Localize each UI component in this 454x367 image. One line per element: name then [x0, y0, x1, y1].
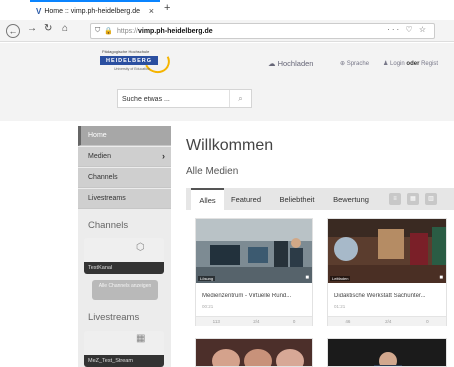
card-title[interactable]: Didaktische Werkstatt Sachunter...: [334, 293, 442, 299]
sidebar-item-label: Livestreams: [88, 195, 126, 202]
cloud-upload-icon: ☁: [268, 59, 278, 68]
home-icon[interactable]: ⌂: [62, 23, 68, 34]
chevron-right-icon: ›: [162, 151, 165, 161]
sidebar-item-livestreams[interactable]: Livestreams: [78, 189, 171, 209]
url-host: vimp.ph-heidelberg.de: [137, 27, 213, 35]
video-icon: ▦: [136, 333, 146, 344]
login-link[interactable]: Login: [390, 61, 405, 67]
tab-label: Alles: [199, 195, 216, 205]
video-camera-icon: ■: [439, 275, 443, 281]
sidebar-item-label: Medien: [88, 153, 111, 160]
likes-count: 2/4: [253, 319, 260, 324]
user-icon: ♟: [383, 61, 391, 67]
card-title[interactable]: Medienzentrum - Virtuelle Rund...: [202, 293, 310, 299]
sidebar: Home Medien › Channels Livestreams Chann…: [78, 126, 171, 367]
language-label: Sprache: [346, 61, 370, 67]
face-thumbnail-image: [196, 339, 312, 366]
grid-view-icon[interactable]: ▦: [407, 193, 419, 205]
url-bar[interactable]: ⛉ 🔒 https:// vimp.ph-heidelberg.de ··· ♡…: [90, 23, 435, 39]
browser-navbar: ← → ↻ ⌂ ⛉ 🔒 https:// vimp.ph-heidelberg.…: [0, 20, 454, 42]
media-thumbnail[interactable]: Lösung ■: [196, 219, 312, 283]
register-link[interactable]: Regist: [421, 61, 438, 67]
card-time: 01:21: [334, 304, 346, 309]
livestream-caption: MeZ_Test_Stream: [84, 355, 164, 367]
views-count: 46: [345, 319, 351, 324]
media-card[interactable]: Leitfaden ■ Didaktische Werkstatt Sachun…: [327, 218, 447, 326]
media-tabs: Alles Featured Beliebtheit Bewertung ≡ ▦…: [186, 188, 454, 210]
login-area: ♟ Login oder Regist: [383, 60, 438, 67]
sidebar-item-home[interactable]: Home: [78, 126, 171, 146]
workshop-thumbnail-image: [196, 219, 312, 283]
back-arrow-icon[interactable]: ←: [6, 24, 20, 38]
channel-thumbnail[interactable]: ⬡ TestKanal: [84, 238, 164, 274]
browser-tab[interactable]: V Home :: vimp.ph-heidelberg.de ×: [30, 0, 160, 20]
logo-sub-text: University of Education: [114, 67, 150, 71]
media-card[interactable]: Lösung ■ Medienzentrum - Virtuelle Rund.…: [195, 218, 313, 326]
tab-beliebtheit[interactable]: Beliebtheit: [273, 188, 321, 210]
tab-close-icon[interactable]: ×: [149, 6, 154, 16]
url-protocol: https://: [116, 27, 138, 35]
video-camera-icon: ■: [305, 275, 309, 281]
search-box: ⌕: [117, 89, 252, 108]
tab-label: Bewertung: [333, 194, 369, 204]
upload-link[interactable]: ☁ Hochladen: [268, 59, 313, 68]
comments-count: 0: [292, 319, 296, 324]
url-actions-icon[interactable]: ··· ♡ ☆: [387, 25, 428, 34]
login-or-text: oder: [406, 61, 420, 67]
channels-heading: Channels: [88, 220, 129, 231]
channel-caption: TestKanal: [84, 262, 164, 274]
media-card[interactable]: [195, 338, 313, 367]
all-channels-button[interactable]: Alle Channels anzeigen: [92, 280, 158, 300]
sidebar-item-medien[interactable]: Medien ›: [78, 147, 171, 167]
cube-icon: ⬡: [136, 242, 145, 253]
search-icon[interactable]: ⌕: [229, 90, 251, 107]
list-view-icon[interactable]: ≡: [389, 193, 401, 205]
comments-count: 0: [426, 319, 429, 324]
tile-view-icon[interactable]: ▥: [425, 193, 437, 205]
lock-icon: 🔒: [104, 28, 113, 35]
page-title: Willkommen: [186, 137, 274, 154]
media-thumbnail[interactable]: Leitfaden ■: [328, 219, 446, 283]
views-count: 113: [212, 319, 220, 324]
sidebar-item-channels[interactable]: Channels: [78, 168, 171, 188]
site-favicon-icon: V: [36, 6, 42, 16]
logo-small-text: Pädagogische Hochschule: [102, 49, 150, 54]
reload-icon[interactable]: ↻: [44, 23, 52, 34]
tab-label: Featured: [230, 194, 262, 204]
search-input[interactable]: [122, 93, 222, 105]
sidebar-item-label: Home: [88, 132, 107, 139]
globe-icon: ⊕: [340, 61, 347, 67]
tab-alles[interactable]: Alles: [191, 188, 224, 210]
card-label: Lösung: [198, 276, 216, 281]
likes-count: 2/4: [385, 319, 392, 324]
livestreams-heading: Livestreams: [88, 312, 140, 323]
tab-label: Beliebtheit: [279, 194, 315, 204]
card-label: Leitfaden: [330, 276, 351, 281]
card-time: 00:21: [202, 304, 214, 309]
language-link[interactable]: ⊕ Sprache: [340, 60, 369, 67]
livestream-thumbnail[interactable]: ▦ MeZ_Test_Stream: [84, 331, 164, 367]
shield-icon: ⛉: [95, 27, 101, 34]
tab-bewertung[interactable]: Bewertung: [326, 188, 376, 210]
new-tab-icon[interactable]: +: [164, 2, 170, 14]
card-stats: 46 2/4 0: [328, 316, 446, 326]
sidebar-item-label: Channels: [88, 174, 118, 181]
tab-featured[interactable]: Featured: [226, 188, 266, 210]
tab-title: Home :: vimp.ph-heidelberg.de: [44, 7, 141, 15]
workshop-thumbnail-image: [328, 219, 446, 283]
section-subtitle: Alle Medien: [186, 166, 239, 177]
forward-arrow-icon[interactable]: →: [27, 23, 37, 34]
browser-tabstrip: V Home :: vimp.ph-heidelberg.de × +: [0, 0, 454, 20]
site-logo[interactable]: Pädagogische Hochschule HEIDELBERG Unive…: [100, 45, 174, 77]
face-thumbnail-image: [328, 339, 446, 366]
media-card[interactable]: [327, 338, 447, 367]
upload-label: Hochladen: [277, 59, 314, 68]
card-stats: 113 2/4 0: [196, 316, 312, 326]
site-header: Pädagogische Hochschule HEIDELBERG Unive…: [0, 43, 454, 121]
